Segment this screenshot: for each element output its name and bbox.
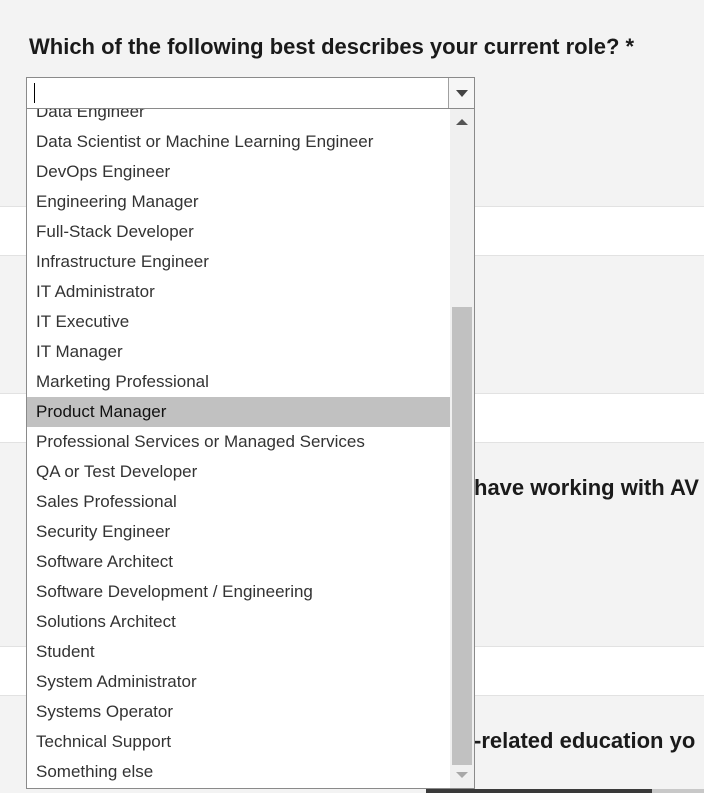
list-item[interactable]: Security Engineer <box>27 517 450 547</box>
question-current-role: Which of the following best describes yo… <box>29 34 635 59</box>
dropdown-toggle-button[interactable] <box>448 78 474 108</box>
list-item[interactable]: Something else <box>27 757 450 787</box>
list-item[interactable]: Infrastructure Engineer <box>27 247 450 277</box>
list-item[interactable]: IT Manager <box>27 337 450 367</box>
page-bottom-bar-light <box>652 789 704 793</box>
list-item[interactable]: Software Architect <box>27 547 450 577</box>
scroll-down-arrow-icon <box>456 772 468 778</box>
list-item[interactable]: Full-Stack Developer <box>27 217 450 247</box>
list-item[interactable]: Engineering Manager <box>27 187 450 217</box>
role-options: Data Engineer Data Scientist or Machine … <box>27 109 450 787</box>
role-search-input[interactable] <box>27 78 453 108</box>
list-item[interactable]: QA or Test Developer <box>27 457 450 487</box>
scroll-up-button[interactable] <box>450 113 474 131</box>
scrollbar-thumb[interactable] <box>452 307 472 765</box>
list-item[interactable]: Solutions Architect <box>27 607 450 637</box>
list-item[interactable]: Systems Operator <box>27 697 450 727</box>
question-education-partial: -related education yo <box>474 728 696 753</box>
list-item[interactable]: System Administrator <box>27 667 450 697</box>
question-experience-partial: have working with AV <box>474 475 699 500</box>
list-item[interactable]: IT Executive <box>27 307 450 337</box>
list-item[interactable]: Technical Support <box>27 727 450 757</box>
chevron-down-icon <box>456 90 468 97</box>
scroll-down-button[interactable] <box>450 766 474 784</box>
role-combobox[interactable] <box>26 77 475 109</box>
text-cursor <box>34 83 35 103</box>
page-bottom-bar <box>426 789 652 793</box>
list-item[interactable]: DevOps Engineer <box>27 157 450 187</box>
list-item[interactable]: Student <box>27 637 450 667</box>
list-item[interactable]: Marketing Professional <box>27 367 450 397</box>
dropdown-scrollbar[interactable] <box>450 109 474 788</box>
list-item[interactable]: Data Scientist or Machine Learning Engin… <box>27 127 450 157</box>
list-item[interactable]: IT Administrator <box>27 277 450 307</box>
list-item[interactable]: Software Development / Engineering <box>27 577 450 607</box>
list-item-highlighted[interactable]: Product Manager <box>27 397 450 427</box>
list-item[interactable]: Professional Services or Managed Service… <box>27 427 450 457</box>
list-item[interactable]: Data Engineer <box>27 109 450 127</box>
role-dropdown-list[interactable]: Data Engineer Data Scientist or Machine … <box>26 109 475 789</box>
scroll-up-arrow-icon <box>456 119 468 125</box>
list-item[interactable]: Sales Professional <box>27 487 450 517</box>
